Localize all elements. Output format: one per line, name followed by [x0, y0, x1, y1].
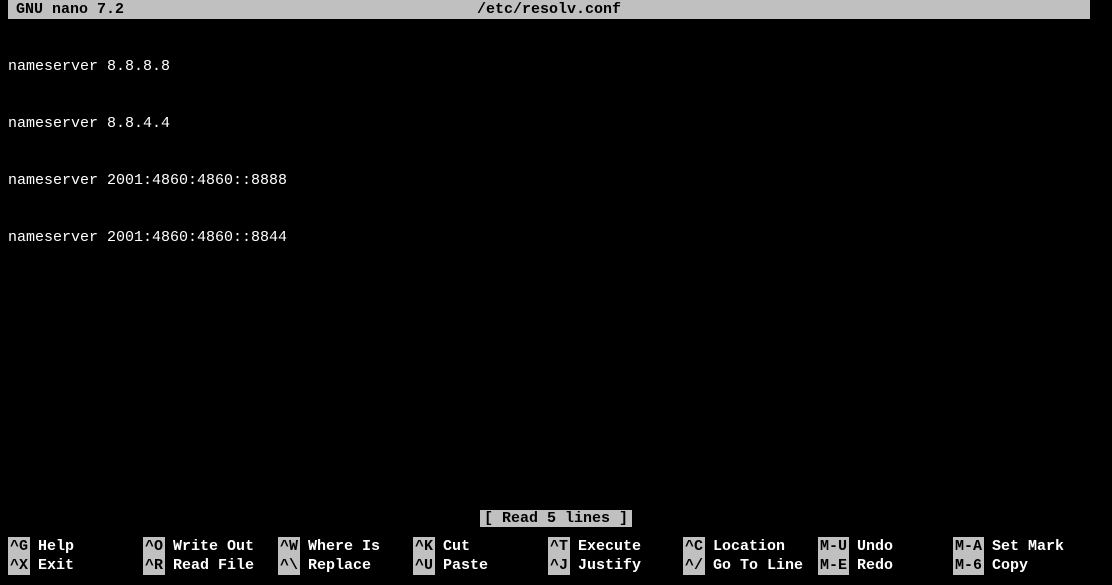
- shortcut-key: ^W: [278, 537, 300, 556]
- shortcut-row-1: ^G Help ^O Write Out ^W Where Is ^K Cut …: [8, 537, 1112, 556]
- shortcut-execute[interactable]: ^T Execute: [548, 537, 683, 556]
- status-message: [ Read 5 lines ]: [480, 510, 632, 527]
- shortcut-key: ^K: [413, 537, 435, 556]
- shortcut-help[interactable]: ^G Help: [8, 537, 143, 556]
- shortcut-key: ^U: [413, 556, 435, 575]
- shortcut-label: Replace: [300, 556, 371, 575]
- shortcut-cut[interactable]: ^K Cut: [413, 537, 548, 556]
- shortcut-label: Copy: [984, 556, 1028, 575]
- shortcut-justify[interactable]: ^J Justify: [548, 556, 683, 575]
- shortcut-location[interactable]: ^C Location: [683, 537, 818, 556]
- shortcut-key: ^/: [683, 556, 705, 575]
- statusbar: [ Read 5 lines ]: [0, 509, 1112, 528]
- shortcut-key: ^C: [683, 537, 705, 556]
- editor-line: nameserver 8.8.4.4: [8, 114, 1112, 133]
- shortcut-writeout[interactable]: ^O Write Out: [143, 537, 278, 556]
- filename: /etc/resolv.conf: [8, 0, 1090, 19]
- shortcut-key: M-E: [818, 556, 849, 575]
- shortcut-replace[interactable]: ^\ Replace: [278, 556, 413, 575]
- shortcut-paste[interactable]: ^U Paste: [413, 556, 548, 575]
- shortcut-key: ^O: [143, 537, 165, 556]
- shortcut-readfile[interactable]: ^R Read File: [143, 556, 278, 575]
- shortcut-key: ^R: [143, 556, 165, 575]
- shortcut-label: Paste: [435, 556, 488, 575]
- shortcut-label: Exit: [30, 556, 74, 575]
- shortcut-redo[interactable]: M-E Redo: [818, 556, 953, 575]
- editor-line: nameserver 2001:4860:4860::8844: [8, 228, 1112, 247]
- shortcut-label: Help: [30, 537, 74, 556]
- shortcuts-panel: ^G Help ^O Write Out ^W Where Is ^K Cut …: [0, 537, 1112, 585]
- shortcut-key: M-U: [818, 537, 849, 556]
- shortcut-label: Redo: [849, 556, 893, 575]
- shortcut-label: Write Out: [165, 537, 254, 556]
- editor-area[interactable]: nameserver 8.8.8.8 nameserver 8.8.4.4 na…: [0, 19, 1112, 266]
- shortcut-label: Location: [705, 537, 785, 556]
- shortcut-exit[interactable]: ^X Exit: [8, 556, 143, 575]
- shortcut-whereis[interactable]: ^W Where Is: [278, 537, 413, 556]
- shortcut-label: Execute: [570, 537, 641, 556]
- editor-line: nameserver 8.8.8.8: [8, 57, 1112, 76]
- titlebar: GNU nano 7.2 /etc/resolv.conf: [8, 0, 1090, 19]
- shortcut-undo[interactable]: M-U Undo: [818, 537, 953, 556]
- shortcut-label: Go To Line: [705, 556, 803, 575]
- shortcut-label: Where Is: [300, 537, 380, 556]
- shortcut-label: Undo: [849, 537, 893, 556]
- shortcut-key: ^G: [8, 537, 30, 556]
- shortcut-key: M-A: [953, 537, 984, 556]
- shortcut-key: ^J: [548, 556, 570, 575]
- shortcut-key: ^T: [548, 537, 570, 556]
- shortcut-label: Set Mark: [984, 537, 1064, 556]
- shortcut-gotoline[interactable]: ^/ Go To Line: [683, 556, 818, 575]
- shortcut-key: ^\: [278, 556, 300, 575]
- shortcut-key: ^X: [8, 556, 30, 575]
- shortcut-key: M-6: [953, 556, 984, 575]
- editor-line: nameserver 2001:4860:4860::8888: [8, 171, 1112, 190]
- shortcut-label: Read File: [165, 556, 254, 575]
- shortcut-setmark[interactable]: M-A Set Mark: [953, 537, 1088, 556]
- shortcut-label: Cut: [435, 537, 470, 556]
- shortcut-copy[interactable]: M-6 Copy: [953, 556, 1088, 575]
- shortcut-label: Justify: [570, 556, 641, 575]
- shortcut-row-2: ^X Exit ^R Read File ^\ Replace ^U Paste…: [8, 556, 1112, 575]
